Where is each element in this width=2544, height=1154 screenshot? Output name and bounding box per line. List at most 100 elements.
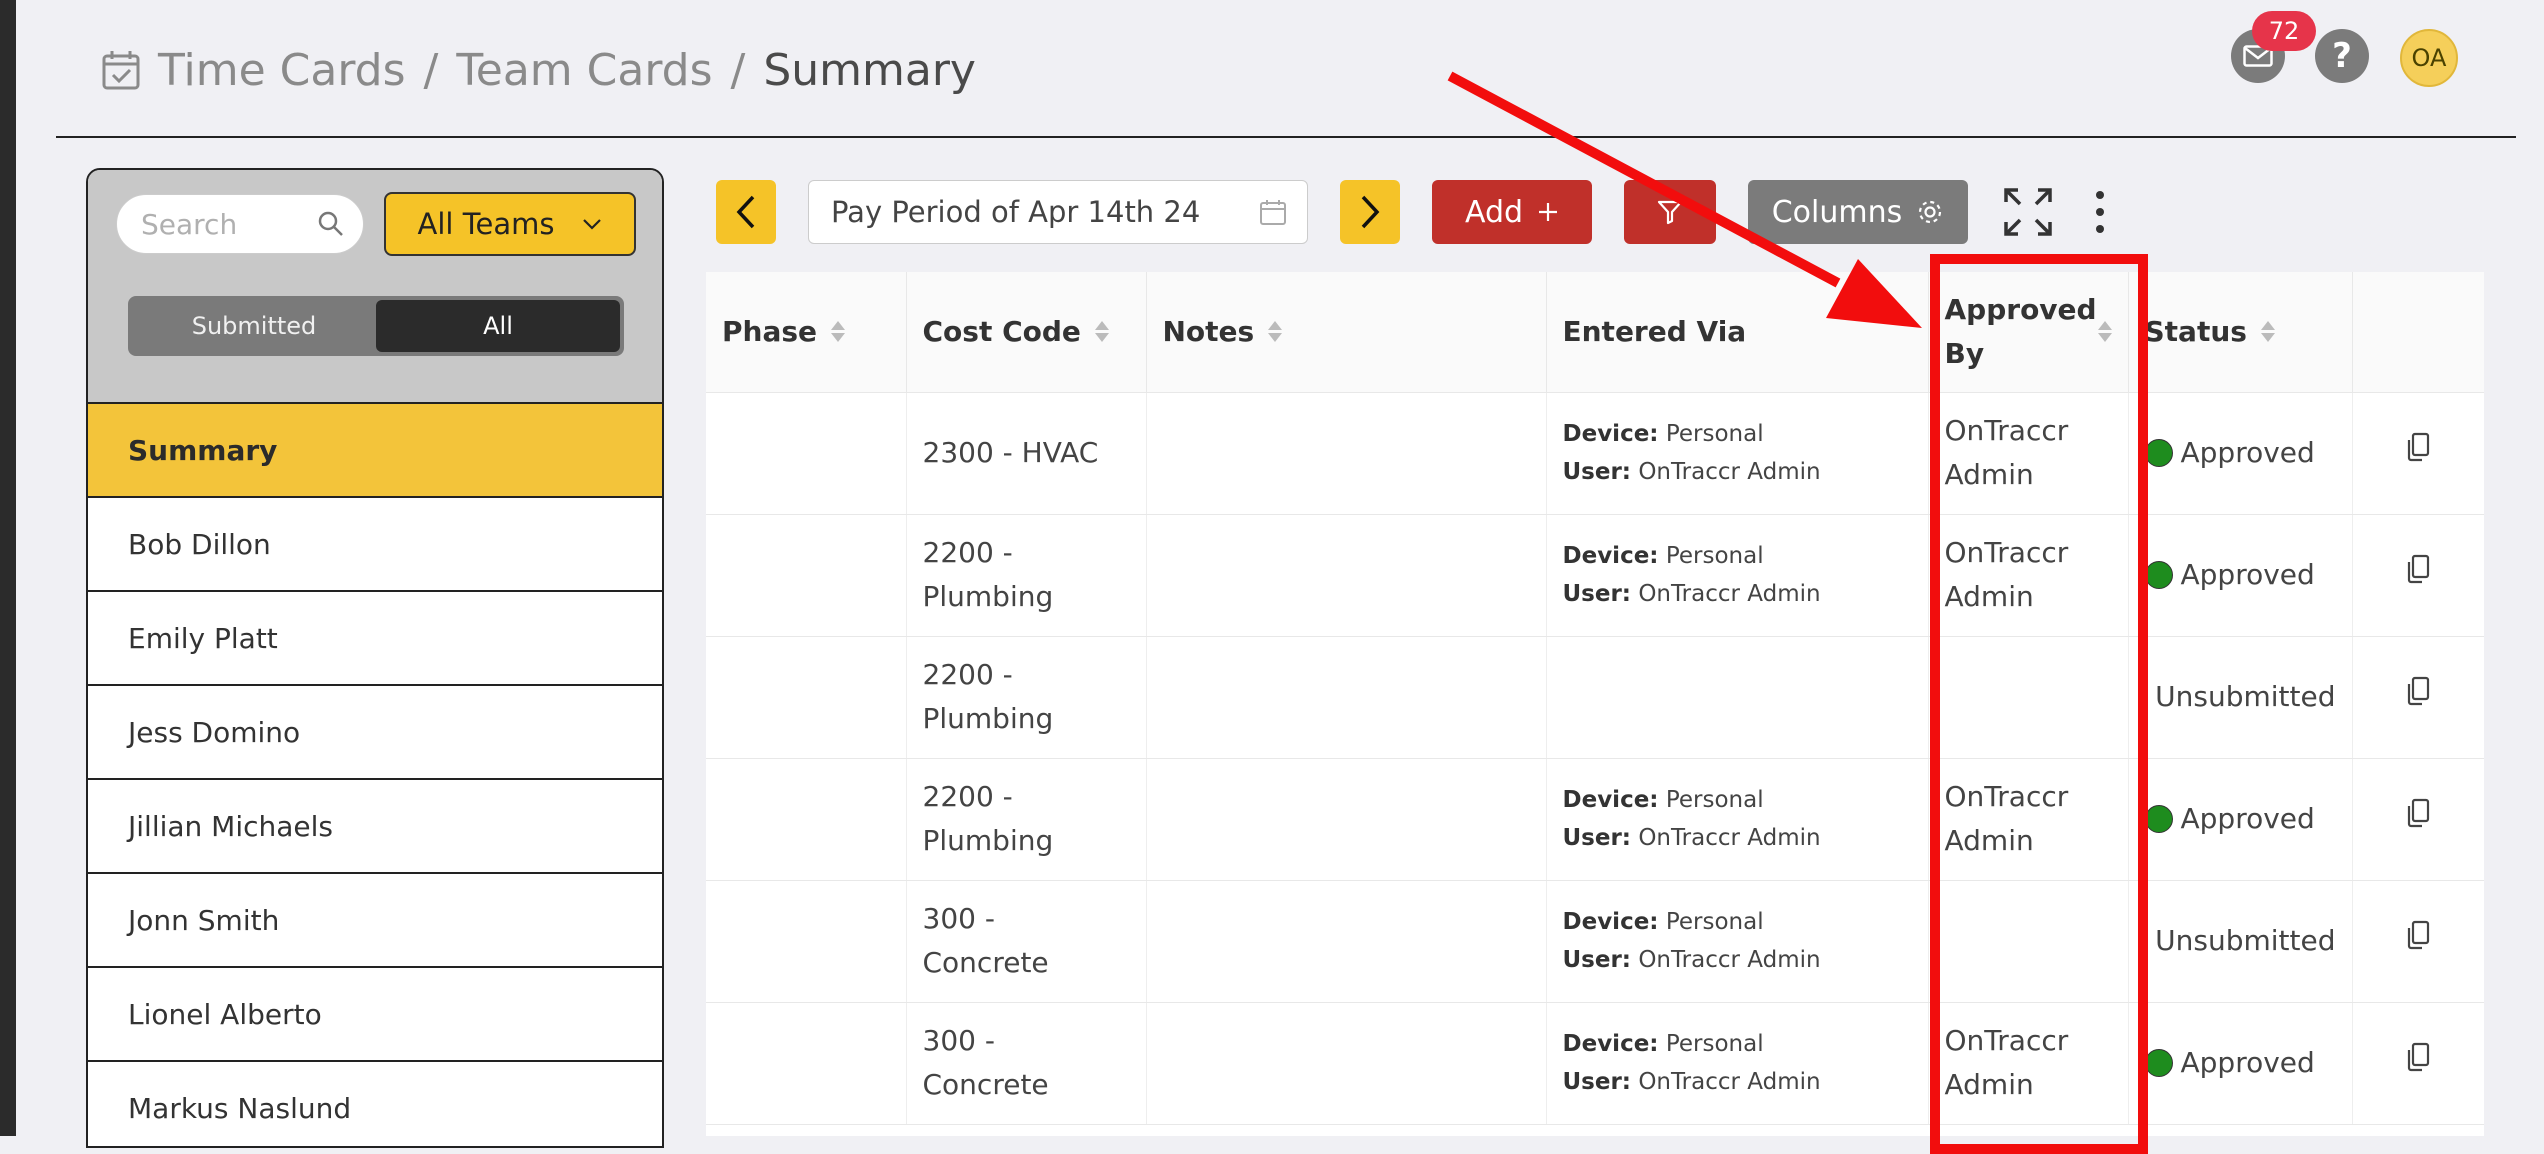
sort-icon[interactable] — [2097, 321, 2112, 343]
chevron-right-icon — [1359, 194, 1381, 230]
cell-notes — [1146, 392, 1547, 515]
table-row[interactable]: 2300 - HVAC Device: Personal User: OnTra… — [706, 392, 2484, 515]
cell-actions — [2352, 392, 2484, 515]
cell-status: Unsubmitted — [2128, 880, 2353, 1003]
sidebar-item-member[interactable]: Jillian Michaels — [88, 780, 662, 874]
time-cards-table: Phase Cost Code Notes Entered Via Approv… — [706, 272, 2484, 1136]
cell-phase — [706, 514, 907, 637]
cell-notes — [1146, 1002, 1547, 1125]
copy-icon[interactable] — [2406, 920, 2430, 950]
column-header-label: Approved By — [1944, 292, 2097, 370]
status-label: Approved — [2180, 558, 2315, 591]
cell-cost-code: 300 - Concrete — [906, 880, 1147, 1003]
entered-via-device: Device: Personal — [1563, 781, 1912, 819]
team-select-value: All Teams — [417, 207, 555, 241]
cell-entered-via: Device: Personal User: OnTraccr Admin — [1546, 1002, 1929, 1125]
add-button-label: Add — [1464, 194, 1524, 230]
fullscreen-button[interactable] — [2000, 180, 2056, 244]
avatar[interactable]: OA — [2400, 29, 2458, 87]
sidebar-item-member[interactable]: Jess Domino — [88, 686, 662, 780]
copy-icon[interactable] — [2406, 432, 2430, 462]
more-vertical-icon — [2095, 190, 2105, 234]
device-value: Personal — [1665, 421, 1764, 447]
cell-notes — [1146, 880, 1547, 1003]
sort-icon[interactable] — [1094, 321, 1109, 343]
breadcrumb-separator: / — [423, 44, 439, 96]
device-label: Device: — [1562, 787, 1659, 813]
column-header-phase[interactable]: Phase — [706, 272, 907, 393]
user-value: OnTraccr Admin — [1638, 947, 1821, 973]
table-row[interactable]: 300 - Concrete Device: Personal User: On… — [706, 1002, 2484, 1125]
copy-icon[interactable] — [2406, 798, 2430, 828]
table-row[interactable]: 2200 - Plumbing Device: Personal User: O… — [706, 758, 2484, 881]
add-button[interactable]: Add — [1432, 180, 1592, 244]
pay-period-value: Pay Period of Apr 14th 24 — [831, 195, 1201, 229]
entered-via-user: User: OnTraccr Admin — [1563, 575, 1912, 613]
sort-icon[interactable] — [831, 321, 846, 343]
columns-button[interactable]: Columns — [1748, 180, 1968, 244]
cell-cost-code: 2200 - Plumbing — [906, 636, 1147, 759]
team-select[interactable]: All Teams — [384, 192, 636, 256]
user-value: OnTraccr Admin — [1638, 459, 1821, 485]
toggle-submitted[interactable]: Submitted — [132, 300, 376, 352]
user-value: OnTraccr Admin — [1638, 1069, 1821, 1095]
table-row[interactable]: 2200 - Plumbing Device: Personal User: O… — [706, 514, 2484, 637]
user-label: User: — [1562, 581, 1632, 607]
table-row[interactable]: 300 - Concrete Device: Personal User: On… — [706, 880, 2484, 1003]
chevron-down-icon — [582, 218, 602, 230]
more-options-button[interactable] — [2078, 180, 2122, 244]
column-header-status[interactable]: Status — [2128, 272, 2353, 393]
copy-icon[interactable] — [2406, 554, 2430, 584]
help-button[interactable]: ? — [2315, 29, 2369, 83]
column-header-actions — [2352, 272, 2484, 393]
user-value: OnTraccr Admin — [1638, 825, 1821, 851]
sidebar-item-member[interactable]: Jonn Smith — [88, 874, 662, 968]
status-badge: Approved — [2144, 553, 2336, 597]
cell-notes — [1146, 758, 1547, 881]
breadcrumb-team-cards[interactable]: Team Cards — [456, 45, 712, 96]
search-icon[interactable] — [317, 210, 345, 238]
cell-notes — [1146, 514, 1547, 637]
cell-entered-via: Device: Personal User: OnTraccr Admin — [1546, 392, 1929, 515]
sidebar-item-member[interactable]: Bob Dillon — [88, 498, 662, 592]
column-header-label: Phase — [722, 314, 818, 348]
sidebar-item-member[interactable]: Markus Naslund — [88, 1062, 662, 1146]
entered-via-user: User: OnTraccr Admin — [1563, 819, 1912, 857]
filter-button[interactable] — [1624, 180, 1716, 244]
team-sidebar: All Teams Submitted All Summary Bob Dill… — [86, 168, 664, 1148]
status-label: Unsubmitted — [2155, 924, 2336, 957]
breadcrumb-separator: / — [730, 44, 746, 96]
previous-period-button[interactable] — [716, 180, 776, 244]
plus-icon — [1537, 201, 1559, 223]
status-label: Approved — [2180, 1046, 2315, 1079]
column-header-approved-by[interactable]: Approved By — [1928, 272, 2129, 393]
sidebar-item-member[interactable]: Emily Platt — [88, 592, 662, 686]
column-header-notes[interactable]: Notes — [1146, 272, 1547, 393]
sidebar-item-summary[interactable]: Summary — [88, 404, 662, 498]
copy-icon[interactable] — [2406, 1042, 2430, 1072]
toggle-all[interactable]: All — [376, 300, 620, 352]
entered-via-user: User: OnTraccr Admin — [1563, 453, 1912, 491]
device-value: Personal — [1665, 543, 1764, 569]
next-period-button[interactable] — [1340, 180, 1400, 244]
pay-period-picker[interactable]: Pay Period of Apr 14th 24 — [808, 180, 1308, 244]
cell-cost-code: 2200 - Plumbing — [906, 514, 1147, 637]
column-header-label: Status — [2144, 314, 2247, 348]
search-input[interactable] — [139, 206, 313, 242]
cell-entered-via: Device: Personal User: OnTraccr Admin — [1546, 514, 1929, 637]
cell-approved-by: OnTraccr Admin — [1928, 514, 2129, 637]
cell-cost-code: 2200 - Plumbing — [906, 758, 1147, 881]
sidebar-item-member[interactable]: Lionel Alberto — [88, 968, 662, 1062]
sort-icon[interactable] — [1268, 321, 1283, 343]
copy-icon[interactable] — [2406, 676, 2430, 706]
status-label: Unsubmitted — [2155, 680, 2336, 713]
device-value: Personal — [1665, 909, 1764, 935]
sort-icon[interactable] — [2260, 321, 2275, 343]
device-value: Personal — [1665, 1031, 1764, 1057]
column-header-cost-code[interactable]: Cost Code — [906, 272, 1147, 393]
header-divider — [56, 136, 2516, 138]
table-row[interactable]: 2200 - Plumbing Unsubmitted — [706, 636, 2484, 759]
entered-via-device: Device: Personal — [1563, 415, 1912, 453]
cell-status: Approved — [2128, 514, 2353, 637]
breadcrumb-time-cards[interactable]: Time Cards — [158, 45, 406, 96]
